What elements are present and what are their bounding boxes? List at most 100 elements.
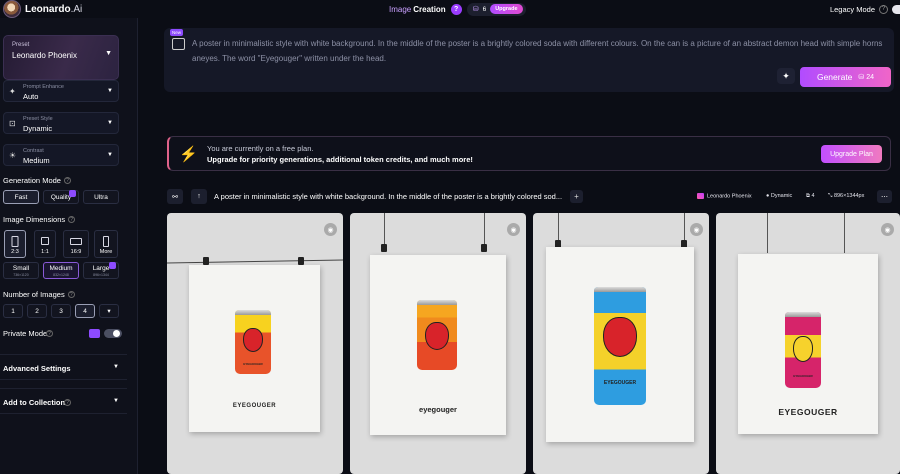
num-images-more[interactable]: ▾ xyxy=(99,304,119,318)
token-balance[interactable]: ⛁ 6 Upgrade xyxy=(466,2,526,16)
legacy-mode-toggle[interactable] xyxy=(892,4,900,14)
preset-label: Preset xyxy=(12,42,30,48)
can-label: EYEGOUGER xyxy=(793,374,813,378)
eye-icon[interactable]: ◉ xyxy=(881,223,894,236)
ratio-2-3[interactable]: 2:3 xyxy=(4,230,26,258)
generation-count: ⧉ 4 xyxy=(806,193,815,199)
mode-fast[interactable]: Fast xyxy=(3,190,39,204)
poster-word: EYEGOUGER xyxy=(778,407,838,417)
page-title-area: Image Creation ? ⛁ 6 Upgrade xyxy=(389,0,526,18)
ratio-more[interactable]: More xyxy=(94,230,118,258)
generation-style: ● Dynamic xyxy=(766,193,793,199)
hanging-wire xyxy=(844,213,845,253)
generate-cost: 24 xyxy=(866,74,875,81)
hanging-wire xyxy=(767,213,768,253)
legacy-mode-label: Legacy Mode xyxy=(829,4,875,14)
contrast-dropdown[interactable]: ☀ Contrast Medium ▼ xyxy=(3,144,119,166)
mode-quality[interactable]: Quality xyxy=(43,190,79,204)
size-small[interactable]: Small 736×1120 xyxy=(3,262,39,279)
help-icon[interactable]: ? xyxy=(64,399,71,406)
preset-selector[interactable]: Preset Leonardo Phoenix ▼ xyxy=(3,35,119,80)
generate-button[interactable]: Generate ⛁ 24 xyxy=(800,67,891,87)
eye-icon[interactable]: ◉ xyxy=(690,223,703,236)
token-icon: ⛁ 24 xyxy=(858,74,875,81)
private-mode-toggle[interactable] xyxy=(104,329,122,338)
num-images-1[interactable]: 1 xyxy=(3,304,23,318)
top-bar: Leonardo.Ai Image Creation ? ⛁ 6 Upgrade … xyxy=(0,0,900,18)
preset-style-label: Preset Style xyxy=(23,116,53,122)
add-to-collection-accordion[interactable]: Add to Collection ? ▼ xyxy=(0,388,127,414)
token-count: 6 xyxy=(482,5,487,13)
more-ratio-icon xyxy=(103,236,109,247)
advanced-settings-accordion[interactable]: Advanced Settings ▼ xyxy=(0,354,127,380)
help-icon[interactable]: ? xyxy=(63,177,71,184)
legacy-mode-toggle-area: Legacy Mode ? xyxy=(830,0,900,18)
image-upload-icon[interactable] xyxy=(172,38,185,50)
contrast-value: Medium xyxy=(23,156,50,165)
can-label: EYEGOUGER xyxy=(243,362,263,366)
num-images-4[interactable]: 4 xyxy=(75,304,95,318)
square-ratio-icon xyxy=(41,237,49,245)
help-icon[interactable]: ? xyxy=(450,3,462,15)
poster-word: EYEGOUGER xyxy=(232,403,277,409)
portrait-ratio-icon xyxy=(11,236,19,247)
size-large[interactable]: Large 896×1344 xyxy=(83,262,119,279)
banner-line-1: You are currently on a free plan. xyxy=(207,144,314,153)
advanced-settings-label: Advanced Settings xyxy=(3,364,71,373)
hanging-string xyxy=(167,259,343,264)
premium-badge-icon xyxy=(109,262,116,269)
help-icon[interactable]: ? xyxy=(68,216,76,223)
num-images-2[interactable]: 2 xyxy=(27,304,47,318)
poster: eyegouger xyxy=(370,255,506,435)
binder-clip xyxy=(481,244,487,252)
remix-icon[interactable]: ⚯ xyxy=(167,189,183,204)
num-images-3[interactable]: 3 xyxy=(51,304,71,318)
prompt-enhance-dropdown[interactable]: ✦ Prompt Enhance Auto ▼ xyxy=(3,80,119,102)
page-title: Creation xyxy=(413,4,446,14)
premium-badge-icon xyxy=(89,329,100,338)
add-to-collection-label: Add to Collection xyxy=(3,398,66,407)
chevron-down-icon: ▼ xyxy=(105,50,112,57)
demon-face xyxy=(603,317,637,357)
eye-icon[interactable]: ◉ xyxy=(507,223,520,236)
help-icon[interactable]: ? xyxy=(46,330,53,337)
landscape-ratio-icon xyxy=(70,238,82,245)
preset-style-dropdown[interactable]: ⊡ Preset Style Dynamic ▼ xyxy=(3,112,119,134)
brand-logo[interactable]: Leonardo.Ai xyxy=(3,0,82,18)
generated-image-4[interactable]: EYEGOUGER EYEGOUGER ◉ xyxy=(716,213,900,474)
mode-ultra[interactable]: Ultra xyxy=(83,190,119,204)
upgrade-plan-button[interactable]: Upgrade Plan xyxy=(821,145,882,163)
help-icon[interactable]: ? xyxy=(67,291,75,298)
eye-icon[interactable]: ◉ xyxy=(324,223,337,236)
demon-face xyxy=(425,322,449,350)
preset-value: Leonardo Phoenix xyxy=(12,51,77,60)
legacy-help-icon[interactable]: ? xyxy=(879,4,888,14)
prompt-enhance-button[interactable]: ✦ xyxy=(777,68,795,84)
hanging-wire xyxy=(558,213,559,241)
generated-image-3[interactable]: EYEGOUGER ◉ xyxy=(533,213,709,474)
generated-image-1[interactable]: EYEGOUGER EYEGOUGER ◉ xyxy=(167,213,343,474)
prompt-input[interactable]: A poster in minimalistic style with whit… xyxy=(192,36,888,66)
prompt-enhance-value: Auto xyxy=(23,92,39,101)
upgrade-button[interactable]: Upgrade xyxy=(490,4,523,14)
poster-word: eyegouger xyxy=(419,405,457,414)
plus-icon[interactable]: + xyxy=(570,190,583,203)
image-dimensions-label: Image Dimensions ? xyxy=(3,215,76,224)
generation-model: Leonardo Phoenix xyxy=(697,193,752,199)
sparkle-icon: ✦ xyxy=(782,70,790,81)
poster: EYEGOUGER xyxy=(546,247,694,442)
generation-dimensions: ⤡ 896×1344px xyxy=(828,193,865,199)
page-title-prefix: Image xyxy=(389,4,412,14)
binder-clip xyxy=(203,257,209,265)
ratio-16-9[interactable]: 16:9 xyxy=(63,230,89,258)
generated-image-2[interactable]: eyegouger ◉ xyxy=(350,213,526,474)
binder-clip xyxy=(298,257,304,265)
generate-label: Generate xyxy=(816,72,853,82)
more-options-icon[interactable]: ⋯ xyxy=(877,190,892,203)
chevron-down-icon: ▼ xyxy=(107,88,113,94)
generation-prompt-preview[interactable]: A poster in minimalistic style with whit… xyxy=(214,192,562,201)
ratio-1-1[interactable]: 1:1 xyxy=(34,230,56,258)
size-medium[interactable]: Medium 832×1248 xyxy=(43,262,79,279)
arrow-up-icon[interactable]: ↑ xyxy=(191,189,207,204)
soda-can: EYEGOUGER xyxy=(594,287,646,405)
